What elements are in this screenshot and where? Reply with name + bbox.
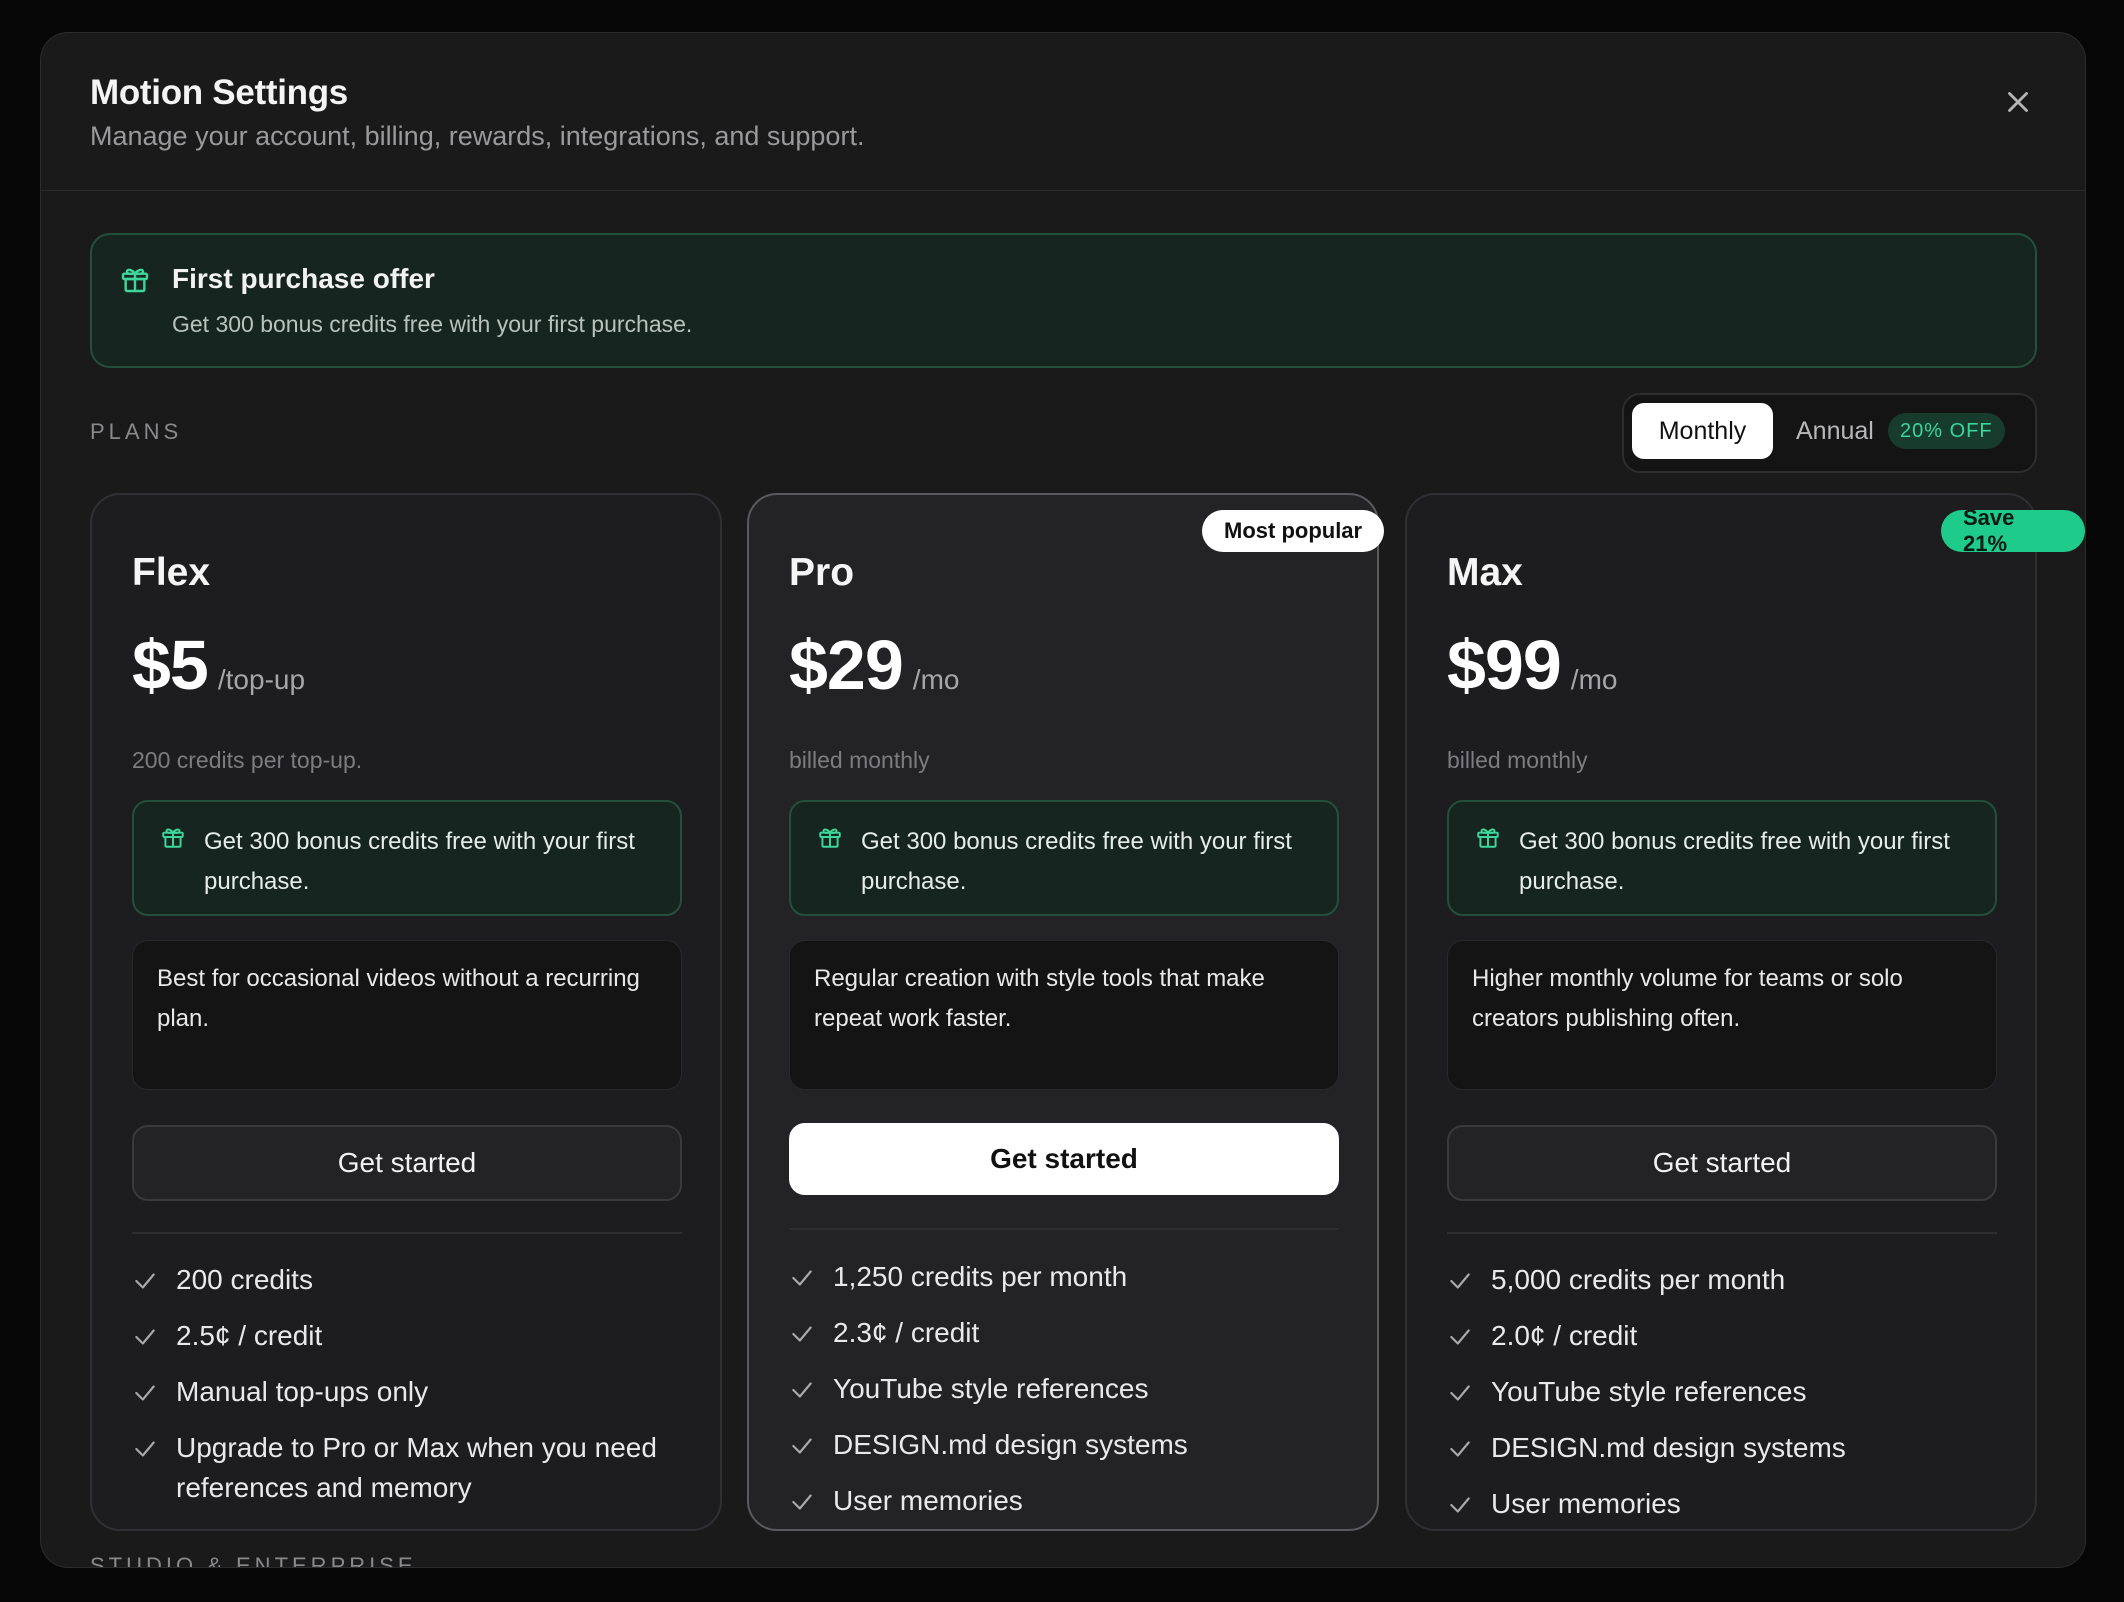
- feature-text: YouTube style references: [833, 1373, 1149, 1404]
- close-button[interactable]: [2001, 85, 2035, 119]
- feature-item: Upgrade to Pro or Max when you need refe…: [132, 1428, 692, 1508]
- check-icon: [792, 1438, 812, 1454]
- feature-item: 2.5¢ / credit: [132, 1316, 692, 1356]
- price-row: $99 /mo: [1447, 625, 1617, 705]
- feature-item: DESIGN.md design systems: [1447, 1428, 2007, 1468]
- feature-text: 2.3¢ / credit: [833, 1317, 980, 1348]
- get-started-button[interactable]: Get started: [789, 1123, 1339, 1195]
- plan-card-pro: Pro $29 /mo billed monthly Get 300 bonus…: [747, 493, 1379, 1531]
- plan-description: Regular creation with style tools that m…: [789, 940, 1339, 1090]
- feature-text: 5,000 credits per month: [1491, 1264, 1786, 1295]
- annual-option[interactable]: Annual: [1796, 417, 1874, 446]
- plan-period: /top-up: [217, 664, 306, 695]
- gift-icon: [819, 828, 841, 848]
- save-badge: Save 21%: [1941, 505, 2085, 556]
- check-icon: [792, 1326, 812, 1342]
- divider: [132, 1232, 682, 1234]
- feature-item: YouTube style references: [789, 1369, 1349, 1409]
- check-icon: [135, 1329, 155, 1345]
- feature-item: 2.0¢ / credit: [1447, 1316, 2007, 1356]
- check-icon: [792, 1382, 812, 1398]
- get-started-button[interactable]: Get started: [132, 1125, 682, 1201]
- check-icon: [1450, 1273, 1470, 1289]
- bonus-text: Get 300 bonus credits free with your fir…: [204, 828, 635, 895]
- check-icon: [135, 1385, 155, 1401]
- feature-item: 5,000 credits per month: [1447, 1260, 2007, 1300]
- feature-text: User memories: [833, 1485, 1023, 1516]
- divider: [1447, 1232, 1997, 1234]
- bonus-callout: Get 300 bonus credits free with your fir…: [1447, 800, 1997, 916]
- settings-modal: Motion Settings Manage your account, bil…: [40, 32, 2086, 1568]
- feature-text: User memories: [1491, 1488, 1681, 1519]
- feature-item: User memories: [1447, 1484, 2007, 1524]
- feature-item: 200 credits: [132, 1260, 692, 1300]
- check-icon: [1450, 1329, 1470, 1345]
- bonus-callout: Get 300 bonus credits free with your fir…: [132, 800, 682, 916]
- feature-text: 2.0¢ / credit: [1491, 1320, 1638, 1351]
- get-started-button[interactable]: Get started: [1447, 1125, 1997, 1201]
- plan-billing-note: billed monthly: [789, 747, 930, 773]
- plan-billing-note: billed monthly: [1447, 747, 1588, 773]
- feature-item: Manual top-ups only: [132, 1372, 692, 1412]
- check-icon: [1450, 1385, 1470, 1401]
- feature-text: DESIGN.md design systems: [1491, 1432, 1846, 1463]
- most-popular-badge: Most popular: [1202, 510, 1385, 552]
- offer-title: First purchase offer: [172, 263, 435, 294]
- plan-name: Max: [1447, 551, 1523, 594]
- modal-subtitle: Manage your account, billing, rewards, i…: [90, 121, 865, 151]
- feature-item: YouTube style references: [1447, 1372, 2007, 1412]
- check-icon: [1450, 1497, 1470, 1513]
- annual-discount-badge: 20% OFF: [1888, 413, 2005, 449]
- plan-period: /mo: [1570, 664, 1618, 695]
- gift-icon: [162, 828, 184, 848]
- monthly-option[interactable]: Monthly: [1632, 403, 1773, 459]
- plan-card-flex: Flex $5 /top-up 200 credits per top-up. …: [90, 493, 722, 1531]
- feature-list: 5,000 credits per month 2.0¢ / credit Yo…: [1447, 1260, 2007, 1540]
- first-purchase-offer-banner: First purchase offer Get 300 bonus credi…: [90, 233, 2037, 368]
- feature-text: YouTube style references: [1491, 1376, 1807, 1407]
- check-icon: [792, 1270, 812, 1286]
- feature-list: 1,250 credits per month 2.3¢ / credit Yo…: [789, 1257, 1349, 1537]
- check-icon: [135, 1441, 155, 1457]
- close-icon: [2008, 92, 2028, 112]
- gift-icon: [121, 268, 149, 293]
- modal-header: Motion Settings Manage your account, bil…: [41, 33, 2085, 191]
- plan-description: Higher monthly volume for teams or solo …: [1447, 940, 1997, 1090]
- feature-item: 1,250 credits per month: [789, 1257, 1349, 1297]
- plan-name: Flex: [132, 551, 211, 594]
- feature-item: DESIGN.md design systems: [789, 1425, 1349, 1465]
- offer-description: Get 300 bonus credits free with your fir…: [172, 311, 693, 337]
- feature-text: Manual top-ups only: [176, 1376, 429, 1407]
- feature-text: Upgrade to Pro or Max when you need refe…: [176, 1432, 657, 1503]
- bonus-text: Get 300 bonus credits free with your fir…: [1519, 828, 1950, 895]
- plan-price: $29: [789, 626, 904, 704]
- plan-price: $5: [132, 626, 209, 704]
- feature-text: 200 credits: [176, 1264, 313, 1295]
- gift-icon: [1477, 828, 1499, 848]
- billing-period-toggle: Monthly Annual 20% OFF: [1622, 393, 2037, 473]
- plan-price: $99: [1447, 626, 1562, 704]
- feature-text: DESIGN.md design systems: [833, 1429, 1188, 1460]
- plan-description: Best for occasional videos without a rec…: [132, 940, 682, 1090]
- check-icon: [135, 1273, 155, 1289]
- feature-item: 2.3¢ / credit: [789, 1313, 1349, 1353]
- plans-section-label: PLANS: [90, 419, 183, 444]
- feature-list: 200 credits 2.5¢ / credit Manual top-ups…: [132, 1260, 692, 1524]
- feature-item: User memories: [789, 1481, 1349, 1521]
- price-row: $29 /mo: [789, 625, 959, 705]
- feature-text: 1,250 credits per month: [833, 1261, 1128, 1292]
- plan-billing-note: 200 credits per top-up.: [132, 747, 363, 773]
- bonus-callout: Get 300 bonus credits free with your fir…: [789, 800, 1339, 916]
- bonus-text: Get 300 bonus credits free with your fir…: [861, 828, 1292, 895]
- price-row: $5 /top-up: [132, 625, 305, 705]
- check-icon: [1450, 1441, 1470, 1457]
- next-section-label: STUDIO & ENTERPRISE: [90, 1553, 417, 1568]
- check-icon: [792, 1494, 812, 1510]
- divider: [789, 1228, 1339, 1230]
- plan-name: Pro: [789, 551, 855, 594]
- plan-card-max: Max $99 /mo billed monthly Get 300 bonus…: [1405, 493, 2037, 1531]
- feature-text: 2.5¢ / credit: [176, 1320, 323, 1351]
- modal-title: Motion Settings: [90, 73, 348, 112]
- plan-period: /mo: [912, 664, 960, 695]
